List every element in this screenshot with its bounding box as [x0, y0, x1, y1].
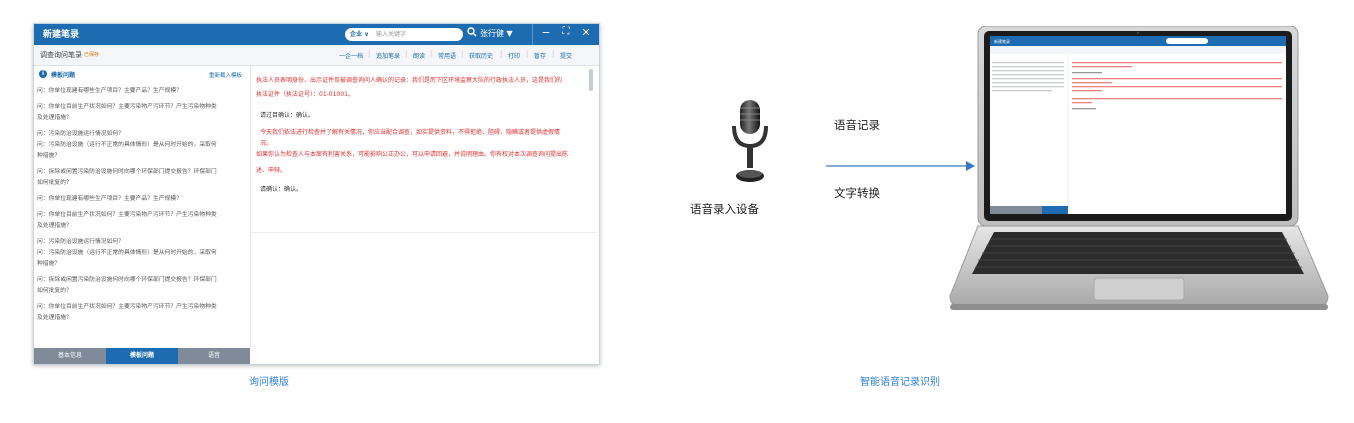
question-item[interactable]: 种措施？	[37, 259, 249, 270]
question-item[interactable]: 问：你单位目前生产状况如何？主要污染物产污环节？产生污染物种类	[37, 102, 249, 113]
question-item[interactable]: 如何批复的？	[37, 286, 249, 297]
question-item[interactable]: 如何批复的？	[37, 178, 249, 189]
record-text-line[interactable]: 执法证件（执法证号）：01-01001。	[256, 89, 354, 100]
app-title: 新建笔录	[43, 30, 80, 40]
search-input[interactable]: 输入关键字	[376, 29, 406, 38]
toolbar-item-save-draft[interactable]: 暂存	[534, 51, 546, 60]
tab-voice[interactable]: 语音	[178, 348, 250, 364]
question-item[interactable]: 问：污染防治设施（运行不正常的具体情形）是从何时开始的，采取何	[37, 248, 249, 259]
divider: |	[500, 50, 503, 58]
search-icon[interactable]	[467, 27, 477, 40]
arrow-label-top: 语音记录	[834, 118, 880, 132]
question-item[interactable]: 种措施？	[37, 151, 249, 162]
laptop-illustration: 新建笔录	[949, 26, 1329, 310]
divider	[250, 66, 251, 348]
divider: |	[430, 50, 433, 58]
divider: |	[461, 50, 464, 58]
caption-left: 询问模版	[249, 377, 289, 388]
record-confirm-line[interactable]: 请确认：确认。	[260, 184, 302, 195]
divider: |	[526, 50, 529, 58]
record-text-line[interactable]: 执法人员表明身份、出示证件及被调查询问人确认的记录：我们是厉下区环境监察大队的行…	[256, 75, 562, 86]
divider	[532, 24, 533, 45]
question-item[interactable]: 问：你单位现建有哪些生产项目？主要产品？生产规模？	[37, 86, 249, 97]
panel-heading: 模板问题	[51, 72, 76, 79]
toolbar-item-history[interactable]: 获取历史	[469, 51, 493, 60]
bottom-tabs: 基本信息 模板问题 语音	[34, 348, 250, 364]
record-text-line[interactable]: 况。	[260, 138, 272, 149]
question-item[interactable]: 问：拆除或闲置污染防治设施何时向哪个环保部门提交报告？环保部门	[37, 275, 249, 286]
divider: |	[552, 50, 555, 58]
toolbar-item-print[interactable]: 打印	[508, 51, 520, 60]
record-text-line[interactable]: 述、申辩。	[256, 165, 286, 176]
divider	[252, 232, 597, 233]
tab-template-questions[interactable]: 模板问题	[106, 348, 178, 364]
tab-basic-info[interactable]: 基本信息	[34, 348, 106, 364]
minimize-button[interactable]: −	[539, 26, 553, 39]
toolbar-item-archive[interactable]: 一企一档	[339, 51, 363, 60]
question-item[interactable]: 及处理措施？	[37, 221, 249, 232]
question-item[interactable]: 及处理措施？	[37, 313, 249, 324]
info-icon: i	[39, 70, 47, 78]
question-item[interactable]: 问：污染防治设施运行情况如何？	[37, 237, 249, 248]
title-bar: 新建笔录 企业 ∨ 输入关键字 张行健 ▼ − ⛶ ✕	[34, 24, 599, 45]
reload-template-link[interactable]: 重新载入模板	[209, 71, 242, 79]
note-app-window: 新建笔录 企业 ∨ 输入关键字 张行健 ▼ − ⛶ ✕ 调查询问笔录 已保存 一…	[33, 23, 600, 365]
scrollbar[interactable]	[589, 69, 593, 91]
question-item[interactable]: 问：你单位现建有哪些生产项目？主要产品？生产规模？	[37, 194, 249, 205]
close-button[interactable]: ✕	[579, 26, 593, 39]
user-menu[interactable]: 张行健 ▼	[480, 28, 513, 39]
question-item[interactable]: 问：拆除或闲置污染防治设施何时向哪个环保部门提交报告？环保部门	[37, 167, 249, 178]
microphone-icon	[732, 100, 768, 182]
record-confirm-line[interactable]: 请过目确认：确认。	[260, 110, 314, 121]
toolbar-item-phrases[interactable]: 常用语	[438, 51, 456, 60]
template-question-panel: i 模板问题 重新载入模板 问：你单位现建有哪些生产项目？主要产品？生产规模？ 问…	[34, 66, 250, 348]
question-item[interactable]: 问：污染防治设施（运行不正常的具体情形）是从何时开始的，采取何	[37, 140, 249, 151]
question-item[interactable]: 问：你单位目前生产状况如何？主要污染物产污环节？产生污染物种类	[37, 210, 249, 221]
toolbar-item-read-aloud[interactable]: 朗读	[413, 51, 425, 60]
question-item[interactable]: 问：你单位目前生产状况如何？主要污染物产污环节？产生污染物种类	[37, 302, 249, 313]
search-scope-dropdown[interactable]: 企业 ∨	[350, 29, 369, 38]
arrow-label-bottom: 文字转换	[834, 186, 880, 200]
page-subtitle: 调查询问笔录	[40, 51, 82, 59]
toolbar: 调查询问笔录 已保存 一企一档 | 追加笔录 | 朗读 | 常用语 | 获取历史…	[34, 45, 599, 66]
fullscreen-button[interactable]: ⛶	[559, 26, 573, 37]
mic-label: 语音录入设备	[690, 202, 759, 216]
record-text-line[interactable]: 今天我们依法进行检查并了解有关情况，你应当配合调查，如实提供资料，不得拒绝、阻碍…	[260, 127, 560, 138]
record-text-line[interactable]: 如果你认为检查人与本案有利害关系，可能影响公正办公，可以申请回避，并说明理由。你…	[256, 149, 568, 160]
search-box[interactable]: 企业 ∨ 输入关键字	[345, 28, 463, 41]
caption-right: 智能语音记录识别	[860, 377, 940, 388]
question-item[interactable]: 及处理措施？	[37, 113, 249, 124]
status-badge: 已保存	[84, 52, 100, 58]
toolbar-item-submit[interactable]: 提交	[560, 51, 572, 60]
question-item[interactable]: 问：污染防治设施运行情况如何？	[37, 129, 249, 140]
svg-text:新建笔录: 新建笔录	[994, 38, 1010, 44]
divider: |	[405, 50, 408, 58]
toolbar-item-append[interactable]: 追加笔录	[376, 51, 400, 60]
divider: |	[368, 50, 371, 58]
